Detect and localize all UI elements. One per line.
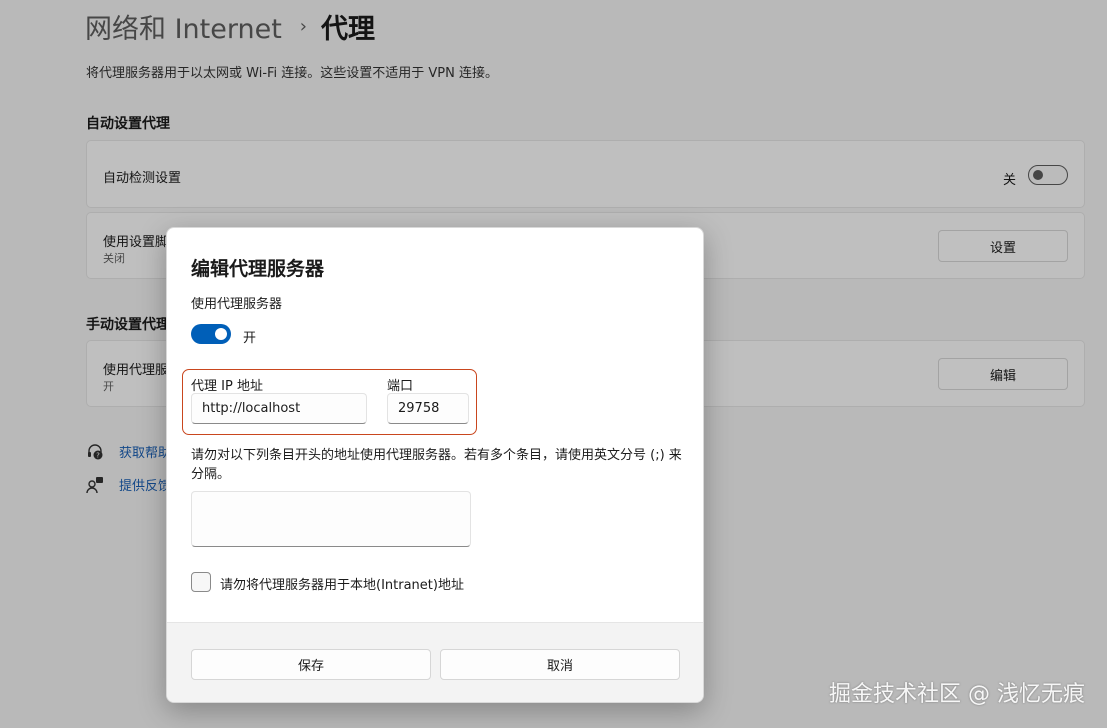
toggle-knob xyxy=(215,328,227,340)
use-proxy-label: 使用代理服务器 xyxy=(191,297,283,312)
dialog-footer: 保存 取消 xyxy=(167,622,703,702)
proxy-ip-input[interactable] xyxy=(191,393,367,424)
intranet-checkbox-label: 请勿将代理服务器用于本地(Intranet)地址 xyxy=(220,578,464,593)
edit-proxy-dialog: 编辑代理服务器 使用代理服务器 开 代理 IP 地址 端口 请勿对以下列条目开头… xyxy=(166,227,704,703)
cancel-button[interactable]: 取消 xyxy=(440,649,680,680)
save-button[interactable]: 保存 xyxy=(191,649,431,680)
exceptions-label: 请勿对以下列条目开头的地址使用代理服务器。若有多个条目，请使用英文分号 (;) … xyxy=(191,448,682,482)
port-input[interactable] xyxy=(387,393,469,424)
exceptions-textarea[interactable] xyxy=(191,491,471,547)
watermark: 掘金技术社区 @ 浅忆无痕 xyxy=(829,682,1085,707)
port-label: 端口 xyxy=(387,379,414,394)
dialog-title: 编辑代理服务器 xyxy=(191,258,325,280)
use-proxy-toggle[interactable] xyxy=(191,324,231,344)
use-proxy-state: 开 xyxy=(243,331,257,346)
intranet-checkbox[interactable] xyxy=(191,572,211,592)
proxy-ip-label: 代理 IP 地址 xyxy=(191,379,263,394)
